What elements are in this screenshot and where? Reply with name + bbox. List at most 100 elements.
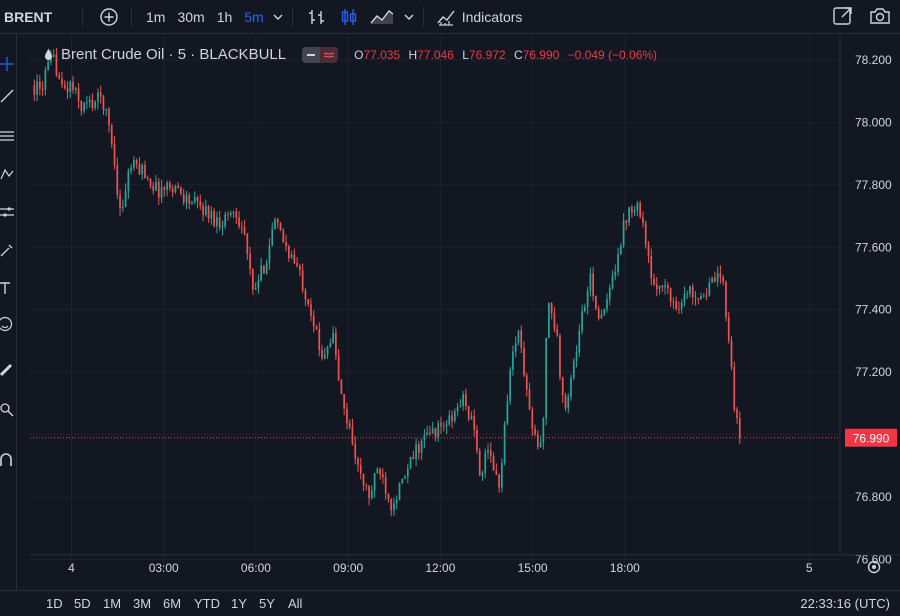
candle-body xyxy=(232,212,235,214)
candle-body xyxy=(127,170,130,191)
candle-body xyxy=(672,301,675,303)
candle-body xyxy=(462,394,464,406)
range-1d-button[interactable]: 1D xyxy=(46,596,63,611)
candle-body xyxy=(431,428,434,434)
candle-body xyxy=(384,476,387,494)
indicators-icon[interactable] xyxy=(436,7,456,27)
candle-body xyxy=(326,346,329,355)
legend-ohlc: O77.035 H77.046 L76.972 C76.990 −0.049 (… xyxy=(354,48,662,62)
candle-body xyxy=(467,406,470,420)
candle-body xyxy=(420,440,423,453)
candle-body xyxy=(271,229,274,246)
candle-body xyxy=(514,343,517,352)
range-3m-button[interactable]: 3M xyxy=(133,596,151,611)
candle-body xyxy=(476,429,478,451)
y-tick-label: 77.200 xyxy=(855,365,892,379)
candle-body xyxy=(473,416,476,430)
candle-body xyxy=(110,125,113,144)
candle-body xyxy=(636,202,639,211)
candle-body xyxy=(567,396,570,409)
camera-icon[interactable] xyxy=(868,5,892,27)
area-style-icon[interactable] xyxy=(369,7,395,27)
candle-body xyxy=(69,81,72,92)
candle-body xyxy=(149,178,152,186)
candle-body xyxy=(177,185,180,188)
range-5y-button[interactable]: 5Y xyxy=(259,596,275,611)
y-tick-label: 77.400 xyxy=(855,303,892,317)
candle-body xyxy=(340,380,343,395)
candle-body xyxy=(478,450,481,476)
candle-body xyxy=(545,337,547,419)
legend-title[interactable]: Brent Crude Oil · 5 · BLACKBULL xyxy=(61,46,286,63)
candle-body xyxy=(354,443,357,459)
bar-style-icon[interactable] xyxy=(307,7,327,27)
interval-5m-button[interactable]: 5m xyxy=(238,9,269,25)
symbol-search[interactable]: BRENT xyxy=(0,9,74,25)
price-chart[interactable]: 78.200 78.000 77.800 77.600 77.400 77.200 77.0… xyxy=(0,35,900,590)
plus-circle-icon[interactable] xyxy=(99,7,119,27)
candle-body xyxy=(722,276,725,282)
wave-icon[interactable] xyxy=(320,46,339,63)
candle-body xyxy=(697,298,700,300)
candle-body xyxy=(199,201,202,206)
range-1y-button[interactable]: 1Y xyxy=(231,596,247,611)
candle-body xyxy=(204,205,207,215)
candle-body xyxy=(484,452,487,473)
candle-body xyxy=(556,329,559,336)
candle-body xyxy=(614,272,617,276)
candle-body xyxy=(36,81,38,95)
x-tick-label: 4 xyxy=(68,561,75,575)
candle-body xyxy=(440,423,442,427)
candle-body xyxy=(124,190,127,207)
candle-body xyxy=(434,428,437,439)
candle-body xyxy=(38,81,41,89)
candle-body xyxy=(227,214,229,216)
candle-body xyxy=(216,217,218,226)
candle-body xyxy=(44,70,47,91)
candle-body xyxy=(138,164,141,175)
interval-1m-button[interactable]: 1m xyxy=(140,9,171,25)
candle-body xyxy=(296,263,298,267)
indicators-button[interactable]: Indicators xyxy=(462,9,529,25)
candle-body xyxy=(390,499,393,511)
range-6m-button[interactable]: 6M xyxy=(163,596,181,611)
legend-toggle[interactable] xyxy=(302,46,339,63)
fullscreen-icon[interactable] xyxy=(832,5,854,27)
chevron-down-icon[interactable] xyxy=(403,11,415,23)
candle-body xyxy=(157,181,160,198)
candle-body xyxy=(393,503,395,511)
candle-body xyxy=(492,456,495,471)
candle-body xyxy=(470,416,473,420)
candle-body xyxy=(451,415,453,422)
x-tick-label: 09:00 xyxy=(333,561,363,575)
candle-body xyxy=(628,207,630,223)
candle-body xyxy=(459,405,462,408)
interval-1h-button[interactable]: 1h xyxy=(211,9,239,25)
range-1m-button[interactable]: 1M xyxy=(103,596,121,611)
candles-icon[interactable] xyxy=(339,7,359,27)
range-all-button[interactable]: All xyxy=(288,596,302,611)
candle-body xyxy=(382,474,384,477)
divider xyxy=(291,6,293,27)
candle-body xyxy=(351,426,354,444)
minus-icon[interactable] xyxy=(302,46,321,63)
interval-30m-button[interactable]: 30m xyxy=(171,9,210,25)
utc-clock[interactable]: 22:33:16 (UTC) xyxy=(800,596,890,611)
candle-body xyxy=(301,270,304,291)
candle-body xyxy=(736,409,738,419)
candle-body xyxy=(77,88,80,102)
range-ytd-button[interactable]: YTD xyxy=(194,596,220,611)
candle-body xyxy=(406,468,409,477)
low-label: L xyxy=(462,47,469,62)
candle-body xyxy=(88,99,91,103)
candle-body xyxy=(714,277,716,282)
candle-body xyxy=(249,253,251,269)
range-5d-button[interactable]: 5D xyxy=(74,596,91,611)
candle-body xyxy=(260,265,263,281)
candle-body xyxy=(415,444,417,459)
candle-body xyxy=(163,187,166,190)
candle-body xyxy=(180,187,182,194)
candle-body xyxy=(329,343,332,347)
chevron-down-icon[interactable] xyxy=(272,11,284,23)
candle-body xyxy=(290,254,293,258)
